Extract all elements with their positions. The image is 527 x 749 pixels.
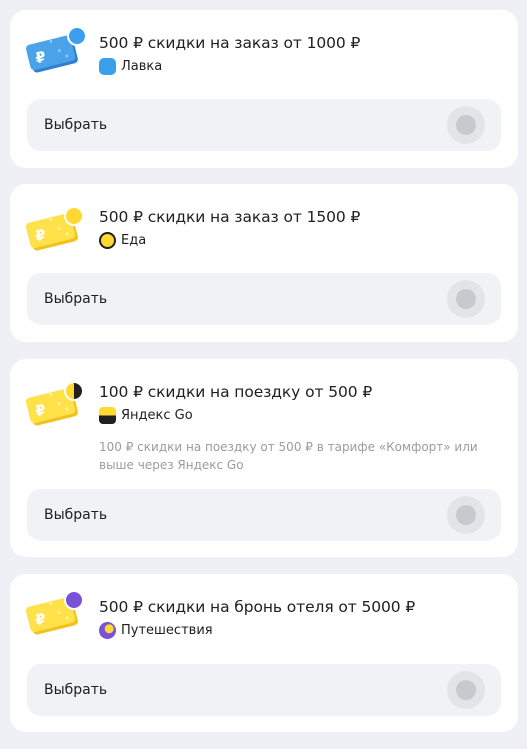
offer-card: ₽ 500 ₽ скидки на заказ от 1500 ₽ Еда Вы… xyxy=(10,184,518,342)
coupon-yandex-go-icon: ₽ xyxy=(26,381,84,427)
radio-dot-icon xyxy=(456,505,476,525)
lavka-icon xyxy=(99,58,116,75)
coupon-lavka-icon: ₽ xyxy=(26,26,87,74)
radio-dot-icon xyxy=(456,680,476,700)
offer-service-name: Лавка xyxy=(121,59,163,74)
offers-page: ₽ 500 ₽ скидки на заказ от 1000 ₽ Лавка … xyxy=(0,0,527,749)
offer-service-name: Яндекс Go xyxy=(121,408,193,423)
radio-button[interactable] xyxy=(447,496,485,534)
radio-button[interactable] xyxy=(447,106,485,144)
select-label: Выбрать xyxy=(44,291,108,307)
travel-badge-icon xyxy=(64,590,84,610)
coupon-travel-icon: ₽ xyxy=(26,590,84,636)
coupon-eda-icon: ₽ xyxy=(26,206,84,252)
radio-dot-icon xyxy=(456,289,476,309)
offer-service: Яндекс Go xyxy=(99,407,193,424)
select-label: Выбрать xyxy=(44,117,108,133)
select-label: Выбрать xyxy=(44,507,108,523)
yandex-go-icon xyxy=(99,407,116,424)
select-button[interactable]: Выбрать xyxy=(27,273,501,325)
offer-title: 100 ₽ скидки на поездку от 500 ₽ xyxy=(99,383,373,401)
lavka-badge-icon xyxy=(67,26,87,46)
offer-title: 500 ₽ скидки на бронь отеля от 5000 ₽ xyxy=(99,598,416,616)
offer-card: ₽ 500 ₽ скидки на заказ от 1000 ₽ Лавка … xyxy=(10,10,518,168)
select-label: Выбрать xyxy=(44,682,108,698)
offer-card: ₽ 500 ₽ скидки на бронь отеля от 5000 ₽ … xyxy=(10,574,518,732)
offer-title: 500 ₽ скидки на заказ от 1000 ₽ xyxy=(99,34,361,52)
eda-badge-icon xyxy=(64,206,84,226)
radio-dot-icon xyxy=(456,115,476,135)
radio-button[interactable] xyxy=(447,671,485,709)
offer-service-name: Путешествия xyxy=(121,623,213,638)
travel-icon xyxy=(99,622,116,639)
yandex-go-badge-icon xyxy=(64,381,84,401)
offer-card: ₽ 100 ₽ скидки на поездку от 500 ₽ Яндек… xyxy=(10,359,518,557)
select-button[interactable]: Выбрать xyxy=(27,489,501,541)
radio-button[interactable] xyxy=(447,280,485,318)
select-button[interactable]: Выбрать xyxy=(27,99,501,151)
offer-service-name: Еда xyxy=(121,233,147,248)
select-button[interactable]: Выбрать xyxy=(27,664,501,716)
offer-title: 500 ₽ скидки на заказ от 1500 ₽ xyxy=(99,208,361,226)
offer-service: Еда xyxy=(99,232,146,249)
eda-icon xyxy=(99,232,116,249)
offer-description: 100 ₽ скидки на поездку от 500 ₽ в тариф… xyxy=(99,440,478,472)
offer-service: Путешествия xyxy=(99,622,213,639)
offer-service: Лавка xyxy=(99,58,162,75)
